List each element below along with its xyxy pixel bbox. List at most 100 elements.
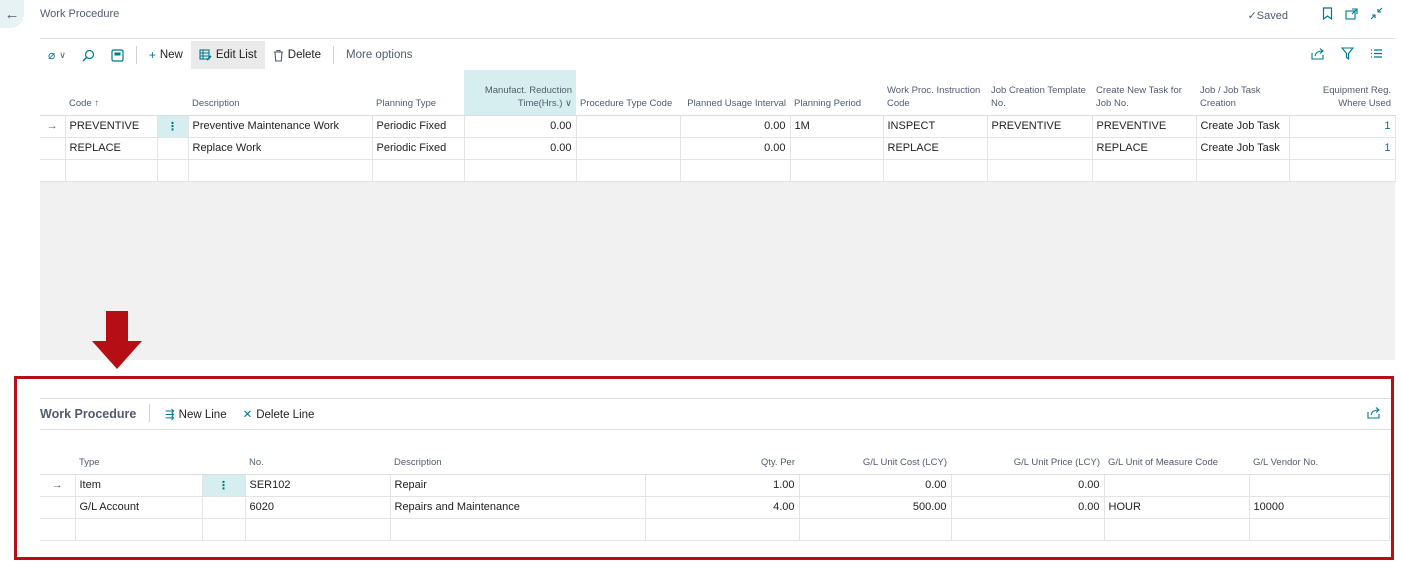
column-header-description[interactable]: Description [390,448,645,475]
delete-button[interactable]: Delete [265,41,329,69]
column-header-manufact-reduction[interactable]: Manufact. Reduction Time(Hrs.) ∨ [464,70,576,116]
check-icon: ✓ [1247,9,1257,22]
filter-icon[interactable] [1340,47,1355,63]
uom-cell[interactable]: HOUR [1104,496,1250,519]
saved-status: ✓Saved [1247,9,1288,22]
search-button[interactable] [74,41,103,69]
qty-cell[interactable]: 1.00 [645,474,800,497]
description-cell[interactable]: Replace Work [188,137,373,160]
open-new-window-icon[interactable] [1345,7,1358,23]
procedure-type-cell[interactable] [576,115,681,138]
search-icon [82,49,94,61]
share-icon[interactable] [1367,406,1381,422]
new-line-button[interactable]: ⇶ New Line [165,407,227,421]
template-no-cell[interactable] [987,137,1093,160]
column-header-qty-per[interactable]: Qty. Per [645,448,799,475]
toolbar-separator [135,46,137,64]
column-header-uom[interactable]: G/L Unit of Measure Code [1104,448,1249,475]
toolbar-separator [333,46,335,64]
planned-usage-cell[interactable]: 0.00 [680,137,791,160]
where-used-link[interactable]: 1 [1289,115,1396,138]
row-menu-icon[interactable]: ⋮ [157,115,189,138]
column-header-template-no[interactable]: Job Creation Template No. [987,70,1092,116]
work-procedure-lines: Type No. Description Qty. Per G/L Unit C… [40,448,1390,541]
new-button[interactable]: + New [141,41,191,69]
where-used-link[interactable]: 1 [1289,137,1396,160]
column-header-where-used[interactable]: Equipment Reg. Where Used [1289,70,1395,116]
page-title: Work Procedure [40,8,120,20]
current-row-arrow-icon: → [40,474,76,497]
more-options-button[interactable]: More options [338,41,420,69]
uom-cell[interactable] [1104,474,1250,497]
create-task-cell[interactable]: PREVENTIVE [1092,115,1197,138]
unit-price-cell[interactable]: 0.00 [951,474,1105,497]
sort-ascending-icon: ↑ [94,97,100,109]
layout-button[interactable] [103,41,132,69]
empty-row[interactable] [40,159,1396,182]
work-procedure-list: Code ↑ Description Planning Type Manufac… [40,70,1396,182]
no-cell[interactable]: 6020 [245,496,391,519]
current-row-arrow-icon: → [40,115,66,138]
layout-icon [111,48,124,62]
share-icon[interactable] [1311,47,1325,63]
job-creation-cell[interactable]: Create Job Task [1196,115,1290,138]
column-header-planning-period[interactable]: Planning Period [790,70,883,116]
edit-list-button[interactable]: Edit List [190,41,265,69]
no-cell[interactable]: SER102 [245,474,391,497]
column-header-unit-cost[interactable]: G/L Unit Cost (LCY) [799,448,951,475]
type-cell[interactable]: Item [75,474,203,497]
filter-pane-button[interactable]: ⌀ ∨ [40,41,74,69]
template-no-cell[interactable]: PREVENTIVE [987,115,1093,138]
table-row[interactable]: G/L Account 6020 Repairs and Maintenance… [40,496,1390,519]
table-row[interactable]: REPLACE Replace Work Periodic Fixed 0.00… [40,137,1396,160]
planned-usage-cell[interactable]: 0.00 [680,115,791,138]
unit-cost-cell[interactable]: 0.00 [799,474,952,497]
vendor-cell[interactable] [1249,474,1390,497]
vendor-cell[interactable]: 10000 [1249,496,1390,519]
manufact-cell[interactable]: 0.00 [464,115,577,138]
column-header-planning-type[interactable]: Planning Type [372,70,464,116]
unit-price-cell[interactable]: 0.00 [951,496,1105,519]
column-header-code[interactable]: Code ↑ [65,70,157,116]
table-row[interactable]: → PREVENTIVE ⋮ Preventive Maintenance Wo… [40,115,1396,138]
list-view-icon[interactable] [1370,47,1383,63]
column-header-procedure-type[interactable]: Procedure Type Code [576,70,680,116]
column-header-instruction-code[interactable]: Work Proc. Instruction Code [883,70,987,116]
action-bar: ⌀ ∨ + New Edit List Delete More options [40,41,421,69]
description-cell[interactable]: Repair [390,474,646,497]
create-task-cell[interactable]: REPLACE [1092,137,1197,160]
delete-line-button[interactable]: ✕ Delete Line [243,407,315,421]
toolbar-right-actions [1311,47,1383,63]
unit-cost-cell[interactable]: 500.00 [799,496,952,519]
manufact-cell[interactable]: 0.00 [464,137,577,160]
job-creation-cell[interactable]: Create Job Task [1196,137,1290,160]
collapse-icon[interactable] [1370,7,1383,23]
column-header-no[interactable]: No. [245,448,390,475]
instruction-code-cell[interactable]: INSPECT [883,115,988,138]
description-cell[interactable]: Preventive Maintenance Work [188,115,373,138]
column-header-job-creation[interactable]: Job / Job Task Creation [1196,70,1289,116]
planning-period-cell[interactable] [790,137,884,160]
description-cell[interactable]: Repairs and Maintenance [390,496,646,519]
qty-cell[interactable]: 4.00 [645,496,800,519]
code-cell[interactable]: REPLACE [65,137,158,160]
column-header-description[interactable]: Description [188,70,372,116]
column-header-planned-usage[interactable]: Planned Usage Interval [680,70,790,116]
code-cell[interactable]: PREVENTIVE [65,115,158,138]
planning-period-cell[interactable]: 1M [790,115,884,138]
column-header-unit-price[interactable]: G/L Unit Price (LCY) [951,448,1104,475]
instruction-code-cell[interactable]: REPLACE [883,137,988,160]
column-header-create-task[interactable]: Create New Task for Job No. [1092,70,1196,116]
planning-type-cell[interactable]: Periodic Fixed [372,137,465,160]
row-menu-icon[interactable]: ⋮ [202,474,246,497]
subpage-top-divider [40,398,1391,399]
type-cell[interactable]: G/L Account [75,496,203,519]
table-row[interactable]: → Item ⋮ SER102 Repair 1.00 0.00 0.00 [40,474,1390,497]
planning-type-cell[interactable]: Periodic Fixed [372,115,465,138]
procedure-type-cell[interactable] [576,137,681,160]
bookmark-icon[interactable] [1322,7,1333,23]
column-header-type[interactable]: Type [75,448,202,475]
column-header-vendor-no[interactable]: G/L Vendor No. [1249,448,1389,475]
back-button[interactable]: ← [0,0,24,28]
empty-row[interactable] [40,518,1390,541]
